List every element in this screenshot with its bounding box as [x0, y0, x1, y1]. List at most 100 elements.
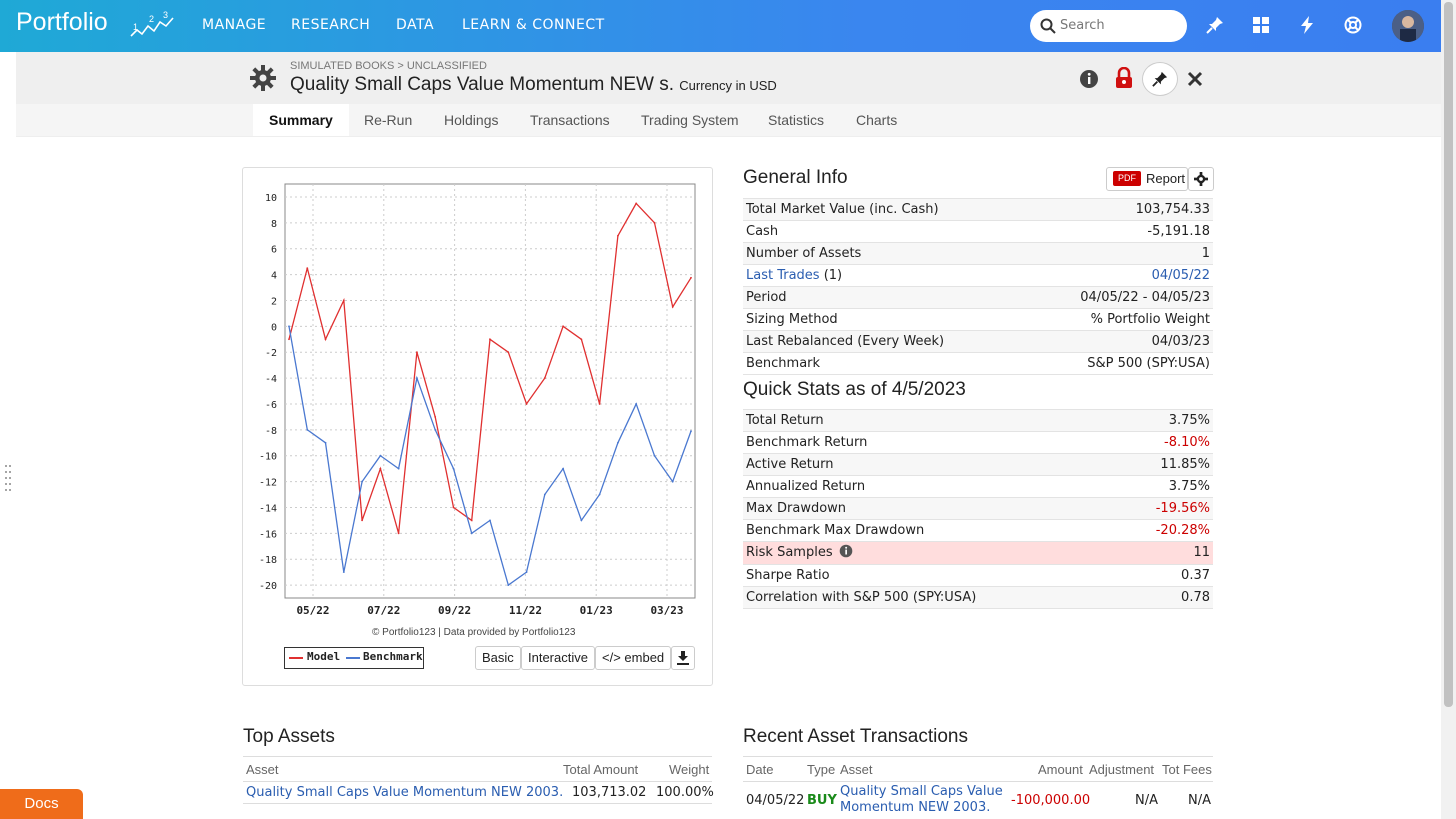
top-assets-header-amount[interactable]: Total Amount	[563, 762, 638, 777]
page-scrollbar[interactable]	[1441, 0, 1456, 819]
tx-header-tot-fees[interactable]: Tot Fees	[1162, 762, 1212, 777]
data-point-benchmark[interactable]	[507, 584, 510, 586]
tab-rerun[interactable]: Re-Run	[348, 104, 428, 136]
chart-embed-button[interactable]: </> embed	[595, 646, 672, 670]
data-point-model[interactable]	[434, 415, 437, 418]
tab-charts[interactable]: Charts	[840, 104, 913, 136]
data-point-model[interactable]	[361, 519, 363, 522]
data-point-benchmark[interactable]	[635, 403, 638, 405]
tx-header-amount[interactable]: Amount	[1038, 762, 1083, 777]
chart-download-button[interactable]	[671, 646, 695, 670]
data-point-benchmark[interactable]	[525, 571, 528, 574]
data-point-benchmark[interactable]	[416, 377, 418, 379]
data-point-benchmark[interactable]	[470, 532, 473, 535]
report-settings-button[interactable]	[1188, 167, 1214, 191]
data-point-model[interactable]	[288, 338, 290, 341]
data-point-benchmark[interactable]	[288, 325, 290, 328]
top-assets-header-asset[interactable]: Asset	[246, 762, 279, 777]
last-trades-link[interactable]: Last Trades	[746, 268, 820, 283]
nav-data[interactable]: DATA	[396, 17, 434, 33]
tx-asset-link-line1[interactable]: Quality Small Caps Value	[840, 784, 1003, 799]
tx-header-adjustment[interactable]: Adjustment	[1089, 762, 1154, 777]
data-point-benchmark[interactable]	[598, 493, 601, 496]
data-point-benchmark[interactable]	[671, 480, 674, 483]
data-point-benchmark[interactable]	[690, 430, 692, 433]
docs-button[interactable]: Docs	[0, 789, 83, 819]
chart-interactive-button[interactable]: Interactive	[521, 646, 595, 670]
data-point-model[interactable]	[324, 338, 327, 341]
data-point-benchmark[interactable]	[489, 519, 491, 522]
nav-learn-connect[interactable]: LEARN & CONNECT	[462, 17, 605, 33]
data-point-model[interactable]	[397, 532, 400, 535]
data-point-model[interactable]	[543, 377, 546, 379]
dashboard-grid-icon[interactable]	[1252, 16, 1270, 34]
tx-header-type[interactable]: Type	[807, 762, 835, 777]
data-point-benchmark[interactable]	[617, 441, 619, 444]
data-point-model[interactable]	[690, 276, 692, 279]
data-point-model[interactable]	[379, 467, 382, 470]
tab-trading-system[interactable]: Trading System	[625, 104, 755, 136]
legend-benchmark-label[interactable]: Benchmark	[363, 650, 423, 663]
data-point-model[interactable]	[342, 299, 345, 302]
data-point-benchmark[interactable]	[580, 519, 583, 522]
legend-model-line[interactable]	[289, 657, 303, 659]
scrollbar-thumb[interactable]	[1444, 2, 1453, 707]
chart-basic-button[interactable]: Basic	[475, 646, 521, 670]
data-point-model[interactable]	[470, 519, 473, 522]
data-point-benchmark[interactable]	[324, 441, 327, 444]
data-point-model[interactable]	[489, 338, 491, 341]
pin-icon[interactable]	[1206, 16, 1224, 34]
tx-header-asset[interactable]: Asset	[840, 762, 873, 777]
nav-manage[interactable]: MANAGE	[202, 17, 266, 33]
info-icon[interactable]	[1079, 69, 1099, 89]
data-point-model[interactable]	[525, 403, 528, 405]
help-lifebuoy-icon[interactable]	[1344, 16, 1362, 34]
data-point-model[interactable]	[507, 351, 510, 354]
data-point-benchmark[interactable]	[379, 454, 382, 457]
top-asset-link[interactable]: Quality Small Caps Value Momentum NEW 20…	[246, 785, 563, 800]
side-panel-grip-icon[interactable]	[4, 462, 12, 496]
tab-summary[interactable]: Summary	[253, 104, 349, 136]
data-point-benchmark[interactable]	[543, 493, 546, 496]
data-point-model[interactable]	[617, 234, 619, 237]
close-icon[interactable]	[1187, 71, 1203, 87]
settings-gear-icon[interactable]	[250, 65, 276, 91]
data-point-benchmark[interactable]	[306, 428, 309, 431]
portfolio123-logo[interactable]: Portfolio 1 2 3	[16, 8, 174, 37]
data-point-benchmark[interactable]	[653, 454, 656, 457]
data-point-model[interactable]	[653, 221, 656, 224]
data-point-model[interactable]	[671, 306, 674, 308]
risk-info-icon[interactable]	[839, 544, 853, 558]
data-point-benchmark[interactable]	[434, 428, 437, 431]
data-point-model[interactable]	[598, 403, 601, 405]
nav-research[interactable]: RESEARCH	[291, 17, 370, 33]
data-point-benchmark[interactable]	[361, 480, 363, 483]
legend-benchmark-line[interactable]	[346, 657, 360, 659]
tab-transactions[interactable]: Transactions	[514, 104, 626, 136]
data-point-model[interactable]	[635, 202, 638, 205]
data-point-model[interactable]	[452, 506, 455, 509]
search-input[interactable]: Search	[1030, 10, 1187, 42]
tx-header-date[interactable]: Date	[746, 762, 773, 777]
data-point-model[interactable]	[562, 325, 564, 328]
last-trade-date-link[interactable]: 04/05/22	[1152, 265, 1210, 286]
data-point-model[interactable]	[416, 351, 418, 354]
legend-model-label[interactable]: Model	[307, 650, 340, 663]
performance-chart[interactable]: 10 8 6 4 2 0 -2 -4 -6 -8 -10 -12 -14 -16 -18 -20 05/22 07…	[243, 168, 710, 618]
data-point-benchmark[interactable]	[452, 467, 455, 470]
user-avatar[interactable]	[1392, 10, 1424, 42]
pdf-report-button[interactable]: PDF Report	[1106, 167, 1188, 191]
data-point-benchmark[interactable]	[397, 467, 400, 470]
breadcrumb[interactable]: SIMULATED BOOKS > UNCLASSIFIED	[290, 60, 487, 72]
data-point-model[interactable]	[580, 338, 583, 341]
top-assets-header-weight[interactable]: Weight	[669, 762, 709, 777]
lock-icon[interactable]	[1114, 67, 1134, 89]
data-point-benchmark[interactable]	[342, 571, 345, 574]
pin-button[interactable]	[1142, 62, 1178, 96]
tab-holdings[interactable]: Holdings	[428, 104, 514, 136]
tx-asset-link-line2[interactable]: Momentum NEW 2003.	[840, 800, 990, 815]
lightning-icon[interactable]	[1298, 16, 1316, 34]
tab-statistics[interactable]: Statistics	[752, 104, 840, 136]
data-point-benchmark[interactable]	[562, 467, 564, 470]
data-point-model[interactable]	[306, 267, 309, 269]
